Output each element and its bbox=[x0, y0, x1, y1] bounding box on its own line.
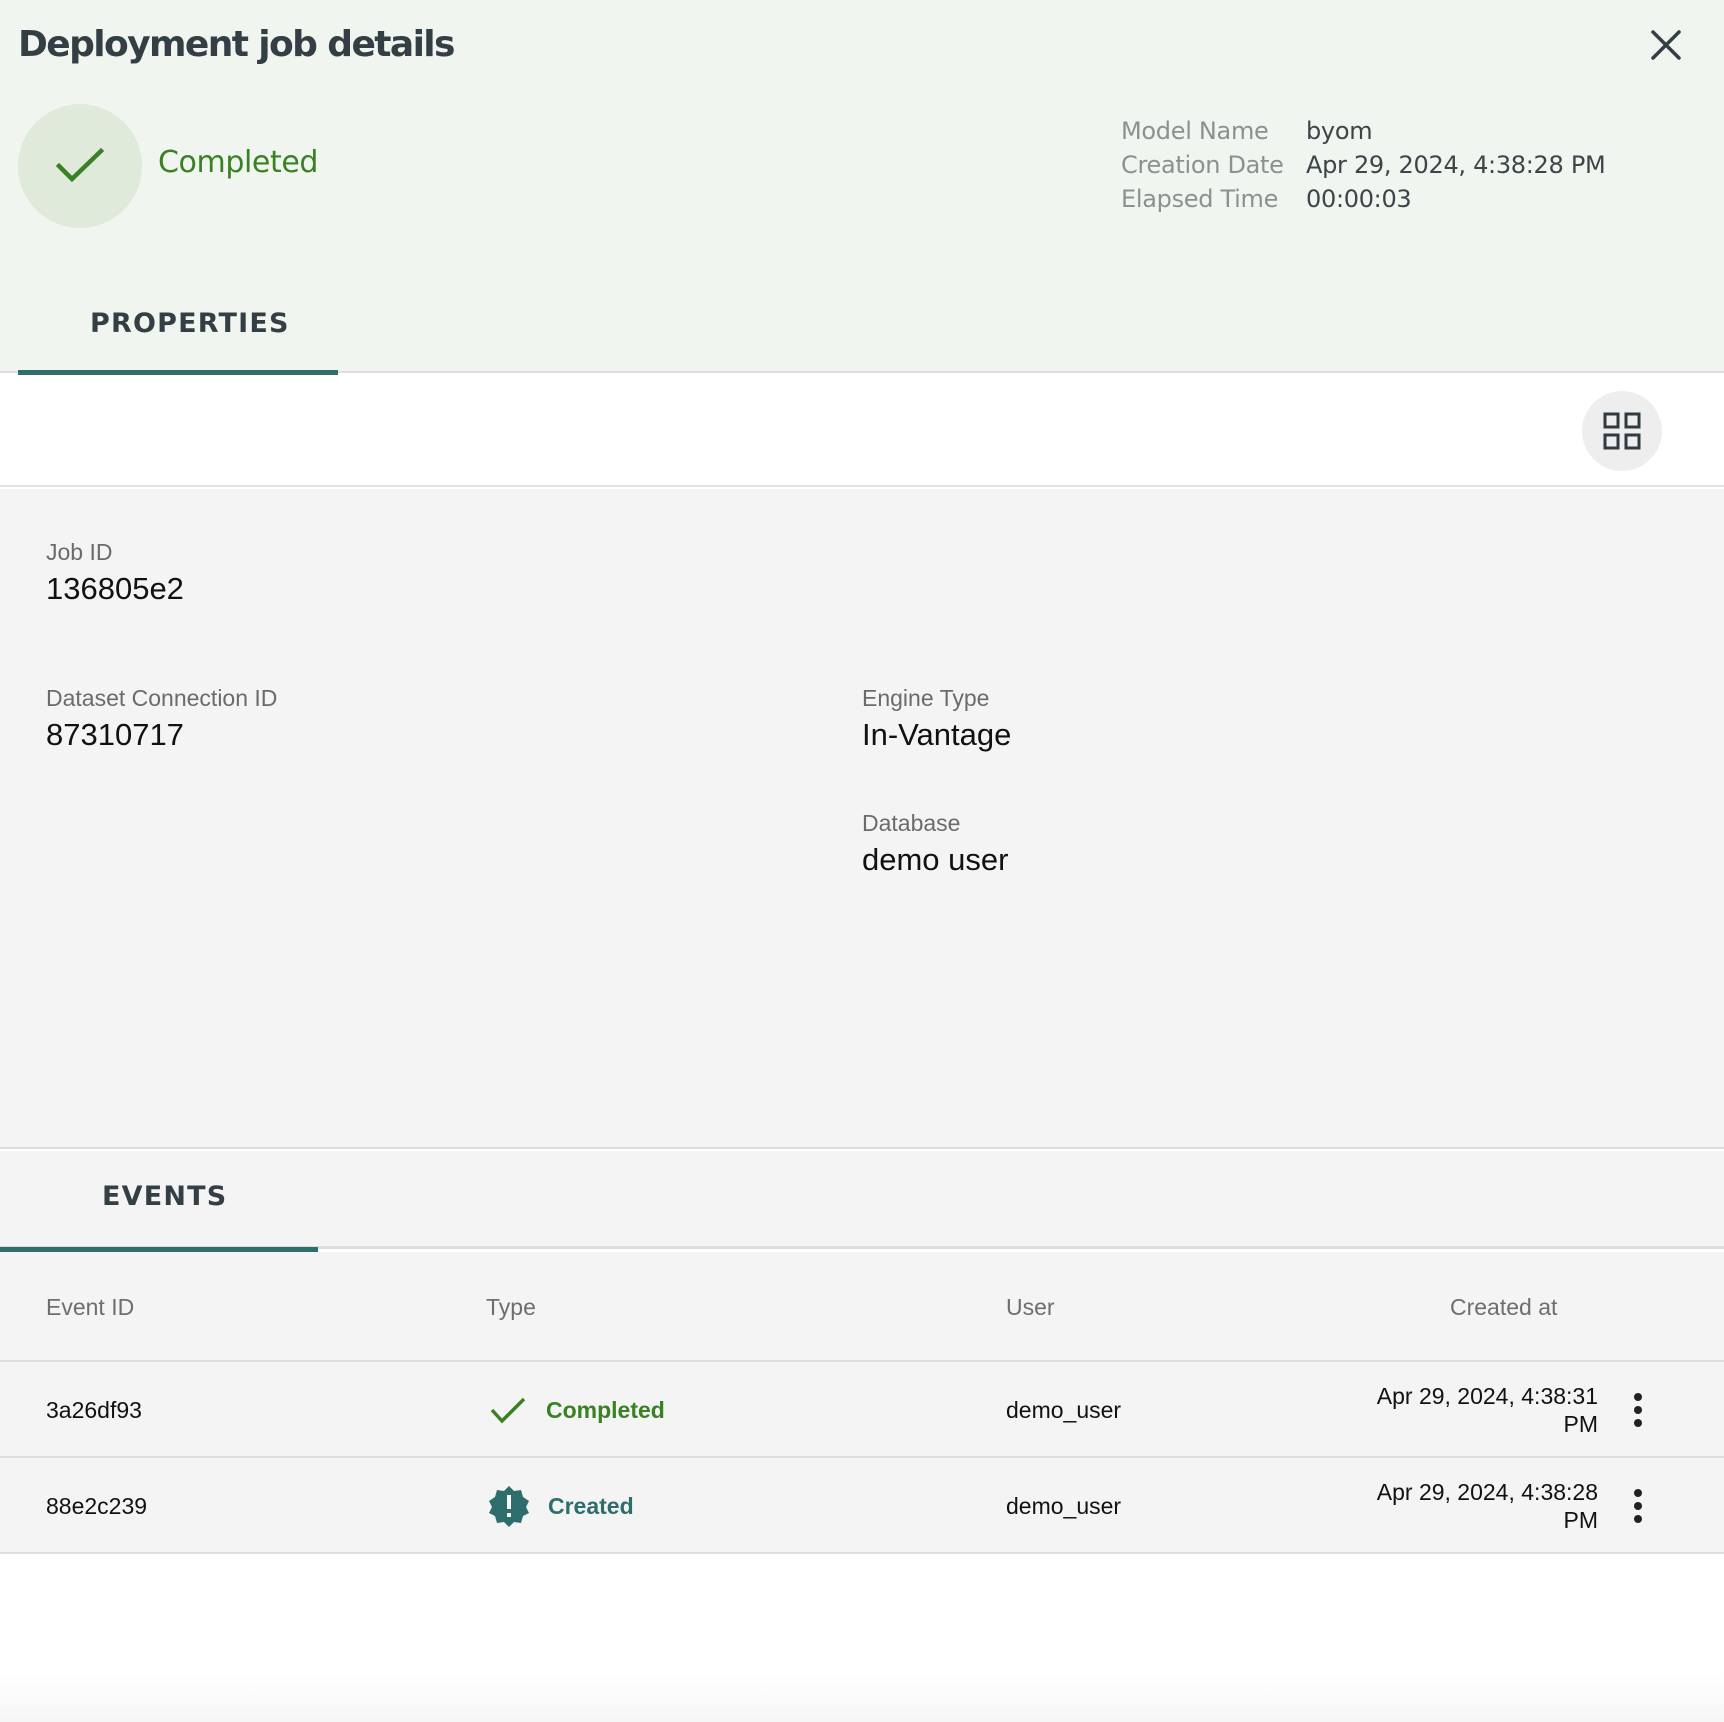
meta-row-elapsed-time: Elapsed Time 00:00:03 bbox=[1121, 182, 1605, 216]
meta-row-model-name: Model Name byom bbox=[1121, 114, 1605, 148]
job-meta: Model Name byom Creation Date Apr 29, 20… bbox=[1121, 114, 1606, 216]
panel-footer bbox=[0, 1560, 1724, 1722]
column-header-event-id[interactable]: Event ID bbox=[46, 1252, 134, 1362]
property-value: 87310717 bbox=[46, 717, 184, 752]
property-label: Job ID bbox=[46, 539, 113, 565]
tab-properties[interactable]: PROPERTIES bbox=[18, 296, 338, 375]
column-header-user[interactable]: User bbox=[1006, 1252, 1055, 1362]
type-cell: Created bbox=[488, 1458, 634, 1554]
property-value: 136805e2 bbox=[46, 571, 184, 606]
property-label: Engine Type bbox=[862, 685, 990, 711]
meta-label: Elapsed Time bbox=[1121, 185, 1279, 213]
type-cell: Completed bbox=[488, 1362, 665, 1458]
property-value: In-Vantage bbox=[862, 717, 1012, 752]
properties-panel: Job ID 136805e2 Dataset Connection ID 87… bbox=[0, 489, 1724, 1149]
created-at-cell: Apr 29, 2024, 4:38:28 PM bbox=[1318, 1458, 1598, 1554]
created-at-date: Apr 29, 2024, 4:38:31 bbox=[1376, 1383, 1598, 1409]
tab-events[interactable]: EVENTS bbox=[0, 1151, 318, 1252]
grid-view-icon bbox=[1603, 412, 1641, 450]
meta-label: Creation Date bbox=[1121, 151, 1284, 179]
table-row[interactable]: 88e2c239 Created demo_user Apr 29, 2024,… bbox=[0, 1458, 1724, 1554]
close-icon bbox=[1651, 30, 1681, 60]
type-label: Created bbox=[548, 1492, 634, 1519]
type-label: Completed bbox=[546, 1396, 665, 1423]
row-actions-button[interactable] bbox=[1622, 1482, 1654, 1530]
page-title: Deployment job details bbox=[18, 24, 455, 65]
events-tab-bar: EVENTS bbox=[0, 1151, 1724, 1252]
created-at-period: PM bbox=[1563, 1507, 1599, 1533]
status-indicator bbox=[18, 104, 142, 228]
status-label: Completed bbox=[158, 145, 319, 180]
properties-toolbar bbox=[0, 375, 1724, 487]
property-value: demo user bbox=[862, 842, 1009, 877]
user-cell: demo_user bbox=[1006, 1396, 1122, 1423]
created-at-date: Apr 29, 2024, 4:38:28 bbox=[1376, 1479, 1598, 1505]
meta-value: Apr 29, 2024, 4:38:28 PM bbox=[1306, 151, 1606, 179]
meta-value: 00:00:03 bbox=[1306, 185, 1412, 213]
meta-label: Model Name bbox=[1121, 117, 1269, 145]
property-label: Dataset Connection ID bbox=[46, 685, 278, 711]
alert-badge-icon bbox=[489, 1486, 529, 1527]
created-at-period: PM bbox=[1563, 1411, 1599, 1437]
property-job-id: Job ID 136805e2 bbox=[46, 535, 184, 609]
more-vertical-icon bbox=[1634, 1489, 1642, 1497]
property-dataset-connection-id: Dataset Connection ID 87310717 bbox=[46, 681, 277, 755]
event-id-cell: 88e2c239 bbox=[46, 1492, 148, 1519]
event-id-cell: 3a26df93 bbox=[46, 1396, 142, 1423]
property-engine-type: Engine Type In-Vantage bbox=[862, 681, 1011, 755]
column-header-type[interactable]: Type bbox=[486, 1252, 536, 1362]
created-at-cell: Apr 29, 2024, 4:38:31 PM bbox=[1318, 1362, 1598, 1458]
user-cell: demo_user bbox=[1006, 1492, 1122, 1519]
check-icon bbox=[55, 147, 105, 183]
property-label: Database bbox=[862, 810, 961, 836]
table-header: Event ID Type User Created at bbox=[0, 1252, 1724, 1362]
more-vertical-icon bbox=[1634, 1393, 1642, 1401]
check-icon bbox=[490, 1397, 526, 1424]
column-header-created-at[interactable]: Created at bbox=[1450, 1252, 1557, 1362]
close-button[interactable] bbox=[1643, 22, 1689, 68]
tab-label: PROPERTIES bbox=[90, 308, 290, 339]
table-row[interactable]: 3a26df93 Completed demo_user Apr 29, 202… bbox=[0, 1362, 1724, 1458]
row-actions-button[interactable] bbox=[1622, 1386, 1654, 1434]
events-table: Event ID Type User Created at 3a26df93 C… bbox=[0, 1252, 1724, 1554]
tab-label: EVENTS bbox=[102, 1181, 228, 1212]
layout-toggle-button[interactable] bbox=[1582, 391, 1662, 471]
job-details-header: Deployment job details Completed Model N… bbox=[0, 0, 1724, 375]
meta-row-creation-date: Creation Date Apr 29, 2024, 4:38:28 PM bbox=[1121, 148, 1606, 182]
meta-value: byom bbox=[1306, 117, 1373, 145]
property-database: Database demo user bbox=[862, 806, 1008, 880]
